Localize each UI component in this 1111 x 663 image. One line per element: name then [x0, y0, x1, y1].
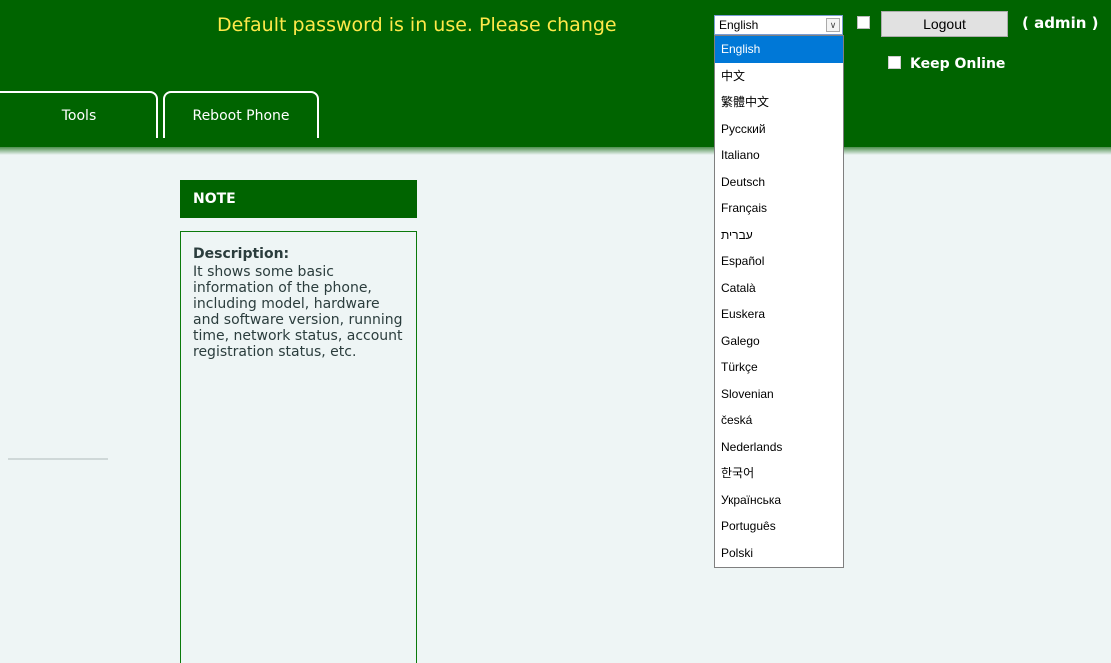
language-option[interactable]: Slovenian [715, 381, 843, 408]
note-description: It shows some basic information of the p… [193, 264, 403, 360]
current-user-label: ( admin ) [1022, 14, 1099, 32]
language-option[interactable]: Italiano [715, 142, 843, 169]
note-panel: Description: It shows some basic informa… [180, 231, 417, 663]
language-option[interactable]: Українська [715, 487, 843, 514]
language-option[interactable]: עברית [715, 222, 843, 249]
language-option[interactable]: Català [715, 275, 843, 302]
header-shadow [0, 147, 1111, 155]
tab-tools-label: Tools [61, 108, 97, 124]
language-option[interactable]: Polski [715, 540, 843, 567]
language-option[interactable]: Galego [715, 328, 843, 355]
language-option[interactable]: Nederlands [715, 434, 843, 461]
keep-online-checkbox[interactable] [888, 56, 901, 69]
language-option[interactable]: Español [715, 248, 843, 275]
note-title: Description: [193, 246, 290, 262]
language-option[interactable]: English [715, 36, 843, 63]
language-option[interactable]: Русский [715, 116, 843, 143]
language-option[interactable]: 繁體中文 [715, 89, 843, 116]
language-option[interactable]: česká [715, 407, 843, 434]
language-option[interactable]: Deutsch [715, 169, 843, 196]
language-option[interactable]: 한국어 [715, 460, 843, 487]
language-option[interactable]: Türkçe [715, 354, 843, 381]
language-select-value: English [719, 18, 759, 32]
keep-online-label: Keep Online [910, 56, 1006, 72]
language-option[interactable]: Euskera [715, 301, 843, 328]
default-password-warning: Default password is in use. Please chang… [217, 14, 617, 36]
language-select[interactable]: English ∨ [714, 15, 843, 35]
language-option[interactable]: Português [715, 513, 843, 540]
tab-tools[interactable]: Tools [0, 91, 158, 138]
tab-reboot-phone[interactable]: Reboot Phone [163, 91, 319, 138]
sidebar-divider [8, 458, 108, 460]
tab-reboot-phone-label: Reboot Phone [192, 108, 290, 124]
language-dropdown-list: English 中文 繁體中文 Русский Italiano Deutsch… [714, 35, 844, 568]
note-header: NOTE [180, 180, 417, 218]
header-checkbox[interactable] [857, 16, 870, 29]
language-option[interactable]: Français [715, 195, 843, 222]
language-option[interactable]: 中文 [715, 63, 843, 90]
logout-button[interactable]: Logout [881, 11, 1008, 37]
chevron-down-icon[interactable]: ∨ [826, 18, 840, 32]
